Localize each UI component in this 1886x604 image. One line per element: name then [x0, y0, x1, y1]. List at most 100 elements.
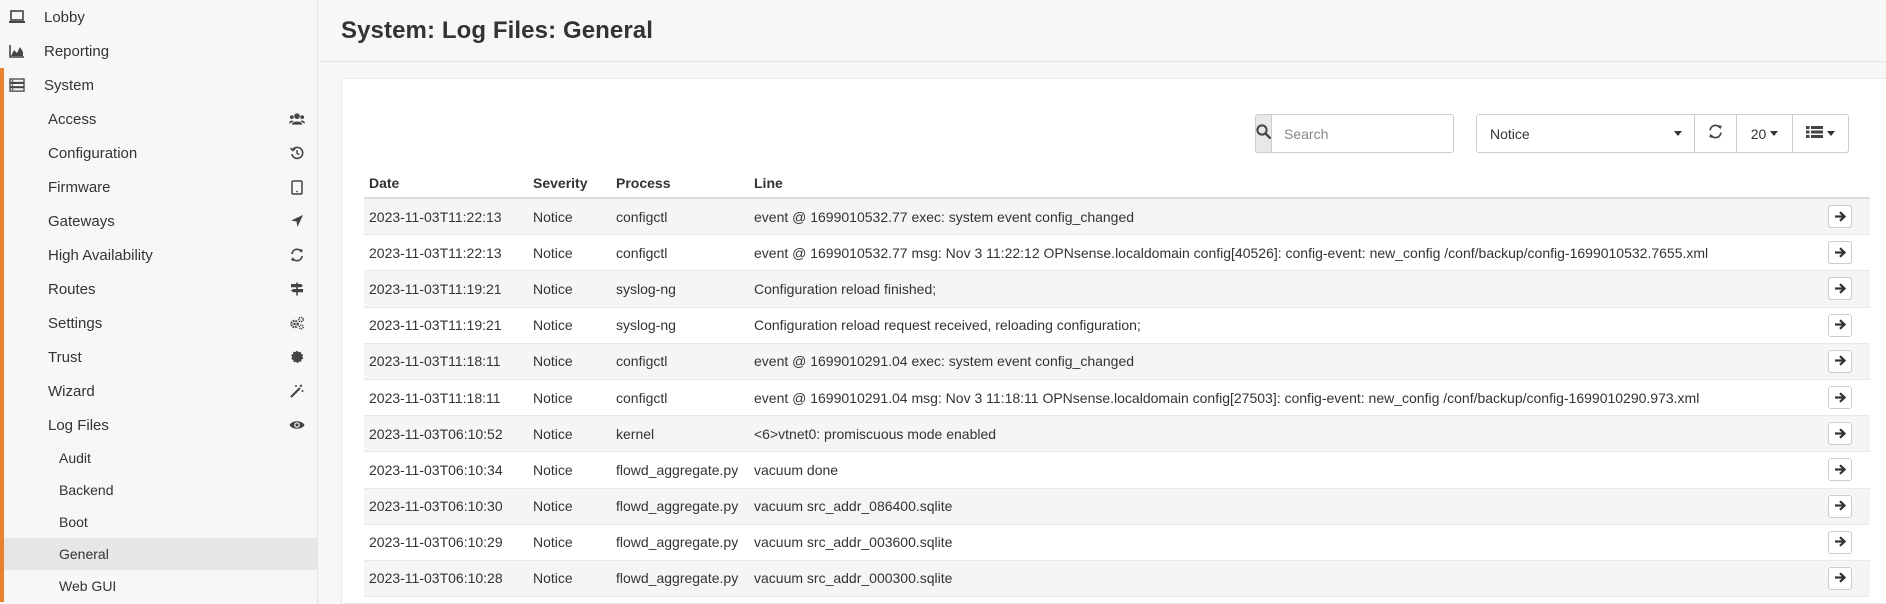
cell-line: vacuum src_addr_000300.sqlite: [754, 570, 953, 587]
arrow-right-icon: [1834, 426, 1847, 442]
row-detail-button[interactable]: [1828, 530, 1852, 554]
cell-line: vacuum done: [754, 461, 839, 478]
table-row: 2023-11-03T11:22:13 Notice configctl event …: [364, 235, 1870, 272]
rows-per-page-value: 20: [1750, 125, 1767, 142]
sidebar-item-label: Trust: [48, 348, 82, 366]
sidebar-item-firmware[interactable]: Firmware: [4, 170, 317, 204]
arrow-right-icon: [1834, 462, 1847, 478]
refresh-button[interactable]: [1695, 115, 1737, 152]
arrow-right-icon: [1834, 245, 1847, 261]
row-detail-button[interactable]: [1828, 422, 1852, 446]
arrow-right-icon: [1834, 570, 1847, 586]
cell-date: 2023-11-03T11:18:11: [369, 389, 501, 406]
sidebar-item-log-files[interactable]: Log Files: [4, 408, 317, 442]
cell-severity: Notice: [533, 425, 573, 442]
row-detail-button[interactable]: [1828, 205, 1852, 229]
log-item-label: Audit: [59, 450, 91, 466]
cell-date: 2023-11-03T06:10:52: [369, 425, 503, 442]
cell-line: vacuum src_addr_003600.sqlite: [754, 534, 953, 551]
row-detail-button[interactable]: [1828, 277, 1852, 301]
cell-line: event @ 1699010291.04 msg: Nov 3 11:18:1…: [754, 389, 1700, 406]
search-input[interactable]: [1272, 115, 1453, 152]
magic-icon: [289, 383, 305, 399]
log-item-audit[interactable]: Audit: [4, 442, 317, 474]
log-item-backend[interactable]: Backend: [4, 474, 317, 506]
log-item-general[interactable]: General: [4, 538, 317, 570]
sidebar-item-settings[interactable]: Settings: [4, 306, 317, 340]
rows-per-page-dropdown[interactable]: 20: [1737, 115, 1793, 152]
cell-severity: Notice: [533, 534, 573, 551]
table-header: Date Severity Process Line: [364, 169, 1870, 199]
tablet-icon: [289, 179, 305, 195]
log-item-web-gui[interactable]: Web GUI: [4, 570, 317, 602]
column-header-process[interactable]: Process: [616, 175, 754, 191]
row-detail-button[interactable]: [1828, 458, 1852, 482]
caret-down-icon: [1674, 131, 1682, 136]
sidebar-item-high-availability[interactable]: High Availability: [4, 238, 317, 272]
cell-severity: Notice: [533, 389, 573, 406]
sidebar-item-label: Wizard: [48, 382, 95, 400]
certificate-icon: [289, 349, 305, 365]
cell-process: syslog-ng: [616, 317, 676, 334]
nav-lobby[interactable]: Lobby: [0, 0, 317, 34]
search-icon: [1256, 124, 1271, 143]
eye-icon: [289, 417, 305, 433]
arrow-right-icon: [1834, 498, 1847, 514]
log-table: Date Severity Process Line 2023-11-03T11…: [364, 169, 1870, 598]
cell-line: <6>vtnet0: promiscuous mode enabled: [754, 425, 997, 442]
sidebar-item-gateways[interactable]: Gateways: [4, 204, 317, 238]
cell-date: 2023-11-03T06:10:29: [369, 534, 503, 551]
table-row: 2023-11-03T11:22:13 Notice configctl event …: [364, 199, 1870, 236]
cell-line: event @ 1699010532.77 exec: system event…: [754, 208, 1135, 225]
sidebar-item-routes[interactable]: Routes: [4, 272, 317, 306]
cell-date: 2023-11-03T06:10:34: [369, 461, 503, 478]
cell-severity: Notice: [533, 317, 573, 334]
sidebar-item-trust[interactable]: Trust: [4, 340, 317, 374]
row-detail-button[interactable]: [1828, 349, 1852, 373]
column-header-severity[interactable]: Severity: [533, 175, 616, 191]
sidebar-item-configuration[interactable]: Configuration: [4, 136, 317, 170]
cogs-icon: [289, 315, 305, 331]
sidebar-item-label: Access: [48, 110, 97, 128]
search-button[interactable]: [1256, 115, 1272, 152]
column-header-date[interactable]: Date: [364, 175, 533, 191]
sidebar: Lobby Reporting System Access Configurat…: [0, 0, 318, 604]
cell-date: 2023-11-03T11:19:21: [369, 317, 502, 334]
search-group: [1255, 114, 1454, 153]
row-detail-button[interactable]: [1828, 386, 1852, 410]
columns-dropdown[interactable]: [1793, 115, 1848, 152]
arrow-right-icon: [1834, 353, 1847, 369]
nav-reporting[interactable]: Reporting: [0, 34, 317, 68]
row-detail-button[interactable]: [1828, 494, 1852, 518]
cell-process: configctl: [616, 389, 668, 406]
row-detail-button[interactable]: [1828, 566, 1852, 590]
row-detail-button[interactable]: [1828, 241, 1852, 265]
cell-severity: Notice: [533, 498, 573, 515]
cell-severity: Notice: [533, 280, 573, 297]
sidebar-item-label: High Availability: [48, 246, 153, 264]
laptop-icon: [8, 9, 26, 25]
cell-severity: Notice: [533, 208, 573, 225]
users-icon: [289, 111, 305, 127]
row-detail-button[interactable]: [1828, 313, 1852, 337]
arrow-right-icon: [1834, 209, 1847, 225]
sidebar-item-label: Firmware: [48, 178, 111, 196]
arrow-right-icon: [1834, 390, 1847, 406]
cell-process: flowd_aggregate.py: [616, 534, 739, 551]
nav-system[interactable]: System: [0, 68, 317, 102]
cell-date: 2023-11-03T06:10:28: [369, 570, 503, 587]
cell-date: 2023-11-03T11:22:13: [369, 208, 502, 225]
cell-process: flowd_aggregate.py: [616, 498, 739, 515]
log-item-boot[interactable]: Boot: [4, 506, 317, 538]
column-header-line[interactable]: Line: [754, 175, 1810, 191]
table-row: 2023-11-03T11:19:21 Notice syslog-ng Config…: [364, 308, 1870, 344]
cell-process: configctl: [616, 208, 668, 225]
cell-line: event @ 1699010532.77 msg: Nov 3 11:22:1…: [754, 244, 1709, 261]
caret-down-icon: [1827, 131, 1835, 136]
sidebar-item-access[interactable]: Access: [4, 102, 317, 136]
sidebar-item-wizard[interactable]: Wizard: [4, 374, 317, 408]
sidebar-item-label: Configuration: [48, 144, 138, 162]
history-icon: [289, 145, 305, 161]
severity-select[interactable]: Notice: [1477, 115, 1695, 152]
cell-line: vacuum src_addr_086400.sqlite: [754, 498, 953, 515]
